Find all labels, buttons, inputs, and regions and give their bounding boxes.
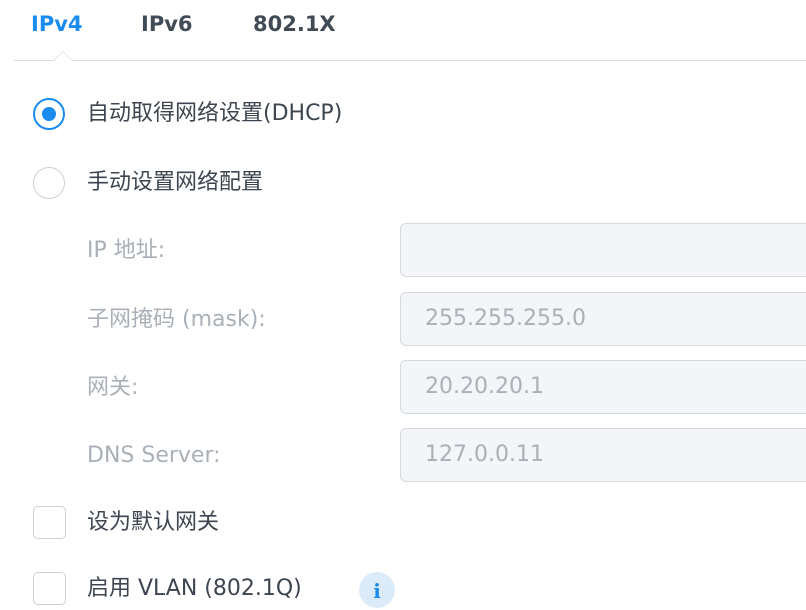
tab-ipv6[interactable]: IPv6	[141, 8, 193, 40]
dns-server-label: DNS Server:	[87, 443, 221, 468]
gateway-input[interactable]: 20.20.20.1	[400, 360, 806, 414]
tab-divider	[14, 60, 806, 61]
info-icon[interactable]: i	[359, 572, 395, 608]
vlan-checkbox[interactable]	[33, 572, 66, 605]
default-gateway-label: 设为默认网关	[87, 510, 220, 535]
ip-address-label: IP 地址:	[87, 238, 166, 263]
manual-radio[interactable]	[33, 167, 65, 199]
tab-bar: IPv4 IPv6 802.1X	[0, 0, 806, 62]
gateway-label: 网关:	[87, 375, 139, 400]
ip-address-input[interactable]	[400, 223, 806, 277]
vlan-label: 启用 VLAN (802.1Q)	[87, 576, 302, 601]
subnet-mask-input[interactable]: 255.255.255.0	[400, 292, 806, 346]
default-gateway-checkbox[interactable]	[33, 506, 66, 539]
tab-8021x[interactable]: 802.1X	[253, 8, 336, 40]
active-tab-caret	[53, 51, 73, 61]
subnet-mask-label: 子网掩码 (mask):	[87, 307, 266, 332]
dns-server-input[interactable]: 127.0.0.11	[400, 428, 806, 482]
dhcp-radio[interactable]	[33, 98, 65, 130]
tab-ipv4[interactable]: IPv4	[31, 8, 83, 40]
dhcp-label: 自动取得网络设置(DHCP)	[87, 101, 343, 126]
manual-label: 手动设置网络配置	[87, 170, 264, 195]
radio-selected-dot	[42, 107, 56, 121]
